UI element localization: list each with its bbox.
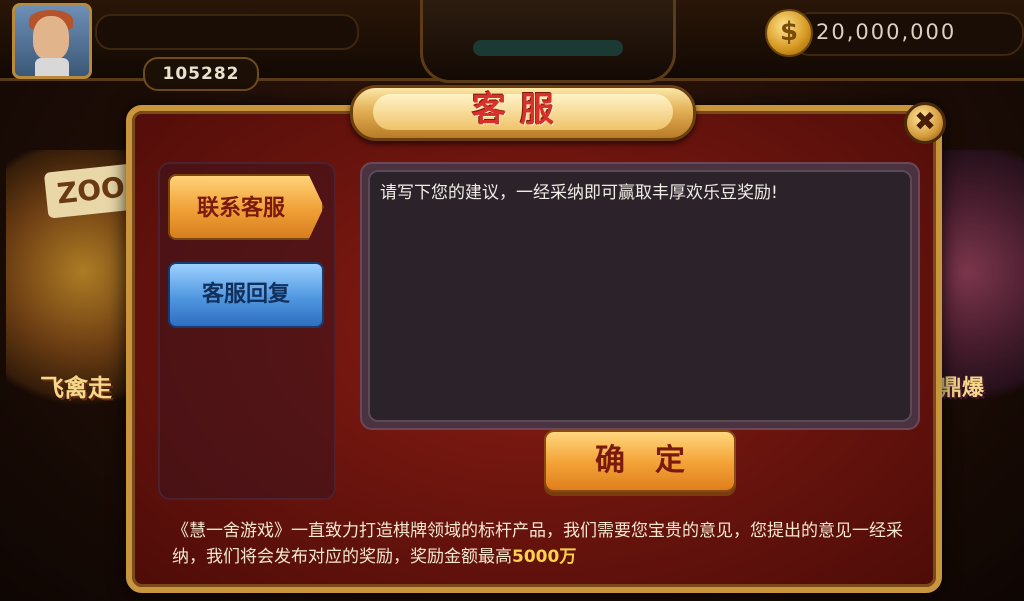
player-id: 105282 (143, 57, 259, 91)
avatar-collar (35, 58, 69, 76)
background-zoo-sign: ZOO (43, 163, 139, 219)
close-button[interactable]: ✖ (904, 102, 946, 144)
emblem-inner (473, 40, 623, 56)
confirm-button[interactable]: 确定 (544, 430, 736, 492)
gold-amount: 20,000,000 (816, 20, 957, 44)
avatar-face (33, 16, 69, 60)
player-name-bar (95, 14, 359, 50)
footer-note: 《慧一舍游戏》一直致力打造棋牌领域的标杆产品，我们需要您宝贵的意见，您提出的意见… (172, 518, 932, 570)
footer-reward-amount: 5000万 (512, 547, 577, 567)
tab-contact-service[interactable]: 联系客服 (168, 174, 324, 240)
feedback-input[interactable] (368, 170, 912, 422)
player-avatar[interactable] (12, 3, 92, 79)
top-center-emblem (420, 0, 676, 83)
tab-service-reply[interactable]: 客服回复 (168, 262, 324, 328)
gold-coin-icon: $ (765, 9, 813, 57)
background-left-title: 飞禽走 (40, 374, 112, 402)
background-right-title: 鼎爆 (940, 376, 985, 401)
dialog-title: 客服 (472, 90, 568, 130)
